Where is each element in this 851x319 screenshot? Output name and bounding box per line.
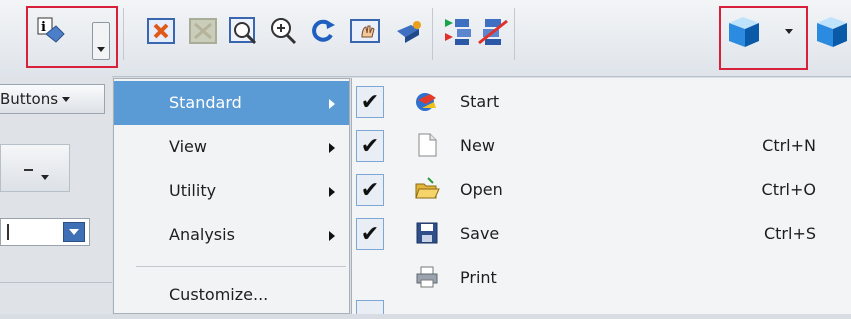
menu-item-label: Open xyxy=(460,180,503,199)
menu-item-label: View xyxy=(169,137,207,156)
save-disk-icon xyxy=(414,220,440,246)
checkmark-icon[interactable]: ✔ xyxy=(356,86,384,118)
buttons-dropdown-label: Buttons xyxy=(0,90,59,108)
menu-item-label: Analysis xyxy=(169,225,235,244)
chevron-right-icon xyxy=(329,99,335,109)
menu-item-utility[interactable]: Utility xyxy=(114,169,349,213)
checkmark-icon[interactable]: ✔ xyxy=(356,130,384,162)
chevron-right-icon xyxy=(329,187,335,197)
buttons-dropdown[interactable]: Buttons xyxy=(0,84,105,114)
rotate-icon[interactable] xyxy=(306,14,340,48)
new-document-icon xyxy=(414,132,440,158)
chevron-down-icon xyxy=(62,96,71,102)
buttons-submenu: Standard View Utility Analysis Customize… xyxy=(113,78,350,314)
menu-item-customize[interactable]: Customize... xyxy=(114,275,349,319)
highlight-box xyxy=(719,6,808,70)
menu-item-view[interactable]: View xyxy=(114,125,349,169)
divider xyxy=(0,282,112,283)
checkmark-icon[interactable]: ✔ xyxy=(356,218,384,250)
shortcut-label: Ctrl+S xyxy=(763,224,816,243)
chevron-down-icon xyxy=(69,229,79,235)
combo-box[interactable] xyxy=(0,218,90,246)
menu-item-label: Standard xyxy=(169,93,242,112)
left-dropdown-button[interactable] xyxy=(0,144,70,192)
toolbar-separator xyxy=(432,8,433,60)
toolbar-separator xyxy=(514,8,515,60)
fit-view-icon[interactable] xyxy=(144,14,178,48)
menu-item-label: Customize... xyxy=(169,285,269,304)
assembly-colored-icon[interactable] xyxy=(442,14,476,48)
toolbar-separator xyxy=(123,8,124,60)
dash-icon xyxy=(24,169,33,171)
menu-item-standard[interactable]: Standard xyxy=(114,81,349,125)
pan-icon[interactable] xyxy=(350,14,384,48)
open-folder-icon xyxy=(414,176,440,202)
menu-item-analysis[interactable]: Analysis xyxy=(114,213,349,257)
menu-item-label: Utility xyxy=(169,181,217,200)
shortcut-label: Ctrl+N xyxy=(762,136,816,155)
highlight-box xyxy=(26,6,118,68)
menu-item-new[interactable]: ✔ New Ctrl+N xyxy=(352,124,851,168)
menu-item-label: New xyxy=(460,136,495,155)
menu-item-print[interactable]: Print xyxy=(352,256,851,300)
menu-item-open[interactable]: ✔ Open Ctrl+O xyxy=(352,168,851,212)
shaded-cube-icon[interactable] xyxy=(812,14,851,48)
menu-item-label: Print xyxy=(460,268,497,287)
combo-dropdown-button[interactable] xyxy=(63,222,85,242)
shortcut-label: Ctrl+O xyxy=(761,180,816,199)
menu-item-label: Start xyxy=(460,92,500,111)
assembly-red-icon[interactable] xyxy=(476,14,510,48)
text-cursor xyxy=(7,224,9,240)
start-icon xyxy=(414,88,440,114)
standard-menu: ✔ Start ✔ New Ctrl+N ✔ Open Ctrl+O ✔ Sav… xyxy=(351,78,851,314)
toolbar: i xyxy=(0,0,851,77)
chevron-right-icon xyxy=(329,231,335,241)
printer-icon xyxy=(414,264,440,290)
perspective-icon[interactable] xyxy=(392,14,426,48)
checkmark-icon[interactable]: ✔ xyxy=(356,174,384,206)
menu-item-save[interactable]: ✔ Save Ctrl+S xyxy=(352,212,851,256)
menu-separator xyxy=(136,266,346,267)
chevron-right-icon xyxy=(329,143,335,153)
zoom-in-icon[interactable] xyxy=(266,14,300,48)
zoom-area-icon[interactable] xyxy=(226,14,260,48)
menu-item-label: Save xyxy=(460,224,500,243)
checkbox[interactable] xyxy=(356,300,384,314)
menu-item-start[interactable]: ✔ Start xyxy=(352,80,851,124)
zoom-window-disabled-icon xyxy=(186,14,220,48)
chevron-down-icon xyxy=(41,175,49,180)
